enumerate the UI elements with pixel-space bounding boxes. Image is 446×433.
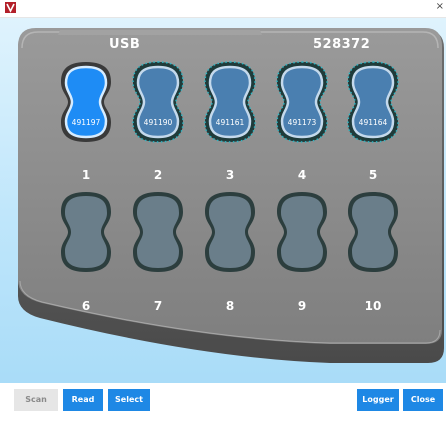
slot-number: 4 bbox=[297, 168, 307, 182]
slot-number: 10 bbox=[364, 299, 382, 313]
slot-8[interactable] bbox=[203, 190, 257, 274]
slot-serial: 491190 bbox=[143, 118, 173, 127]
slot-serial: 491173 bbox=[287, 118, 317, 127]
slot-5[interactable]: 491164 bbox=[346, 60, 400, 144]
slot-cradle-icon bbox=[204, 61, 256, 143]
slot-serial: 491164 bbox=[358, 118, 388, 127]
slot-1[interactable]: 491197 bbox=[59, 60, 113, 144]
window-close-icon[interactable]: × bbox=[436, 1, 444, 12]
slot-2[interactable]: 491190 bbox=[131, 60, 185, 144]
slot-4[interactable]: 491173 bbox=[275, 60, 329, 144]
empty-slot-icon bbox=[348, 192, 398, 272]
slot-serial: 491197 bbox=[71, 118, 101, 127]
title-bar: × bbox=[0, 0, 446, 18]
slot-10[interactable] bbox=[346, 190, 400, 274]
slot-3[interactable]: 491161 bbox=[203, 60, 257, 144]
logger-list-button[interactable]: Logger List bbox=[357, 389, 399, 426]
app-logo-icon bbox=[5, 2, 16, 13]
scan-button[interactable]: Scan bbox=[14, 389, 58, 411]
port-label: USB bbox=[109, 37, 141, 52]
slot-number: 9 bbox=[297, 299, 307, 313]
slot-number: 1 bbox=[81, 168, 91, 182]
empty-slot-icon bbox=[205, 192, 255, 272]
device-serial: 528372 bbox=[313, 37, 371, 52]
slot-number: 6 bbox=[81, 299, 91, 313]
device-view: USB 528372 491197 491190 491161 491173 4… bbox=[0, 18, 446, 383]
slot-cradle-icon bbox=[347, 61, 399, 143]
read-button[interactable]: Read bbox=[63, 389, 103, 411]
empty-slot-icon bbox=[277, 192, 327, 272]
empty-slot-icon bbox=[133, 192, 183, 272]
slot-cradle-icon bbox=[276, 61, 328, 143]
close-button[interactable]: Close bbox=[403, 389, 443, 411]
slot-number: 3 bbox=[225, 168, 235, 182]
slot-number: 2 bbox=[153, 168, 163, 182]
slot-7[interactable] bbox=[131, 190, 185, 274]
slot-cradle-icon bbox=[132, 61, 184, 143]
empty-slot-icon bbox=[61, 192, 111, 272]
action-bar: Scan Read Select All Logger List Close bbox=[0, 383, 446, 426]
slot-number: 8 bbox=[225, 299, 235, 313]
slot-9[interactable] bbox=[275, 190, 329, 274]
slot-6[interactable] bbox=[59, 190, 113, 274]
slot-number: 5 bbox=[368, 168, 378, 182]
slot-serial: 491161 bbox=[215, 118, 245, 127]
slot-cradle-icon bbox=[61, 62, 111, 142]
slot-number: 7 bbox=[153, 299, 163, 313]
select-all-button[interactable]: Select All bbox=[108, 389, 150, 426]
